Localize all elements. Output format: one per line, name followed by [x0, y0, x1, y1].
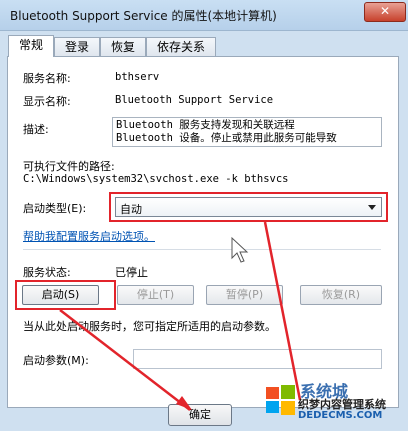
- tab-general[interactable]: 常规: [8, 35, 54, 57]
- annotation-arrows: [59, 221, 302, 411]
- watermark: 系统城 织梦内容管理系统 DEDECMS.COM: [262, 378, 408, 431]
- arrow-line-type-to-ok: [263, 221, 302, 401]
- arrow-line-start-to-ok: [59, 309, 191, 411]
- mouse-cursor-icon: [231, 236, 249, 263]
- windows-logo-icon: [266, 385, 295, 415]
- arrowhead-icon: [176, 396, 192, 410]
- watermark-url: DEDECMS.COM: [298, 410, 383, 421]
